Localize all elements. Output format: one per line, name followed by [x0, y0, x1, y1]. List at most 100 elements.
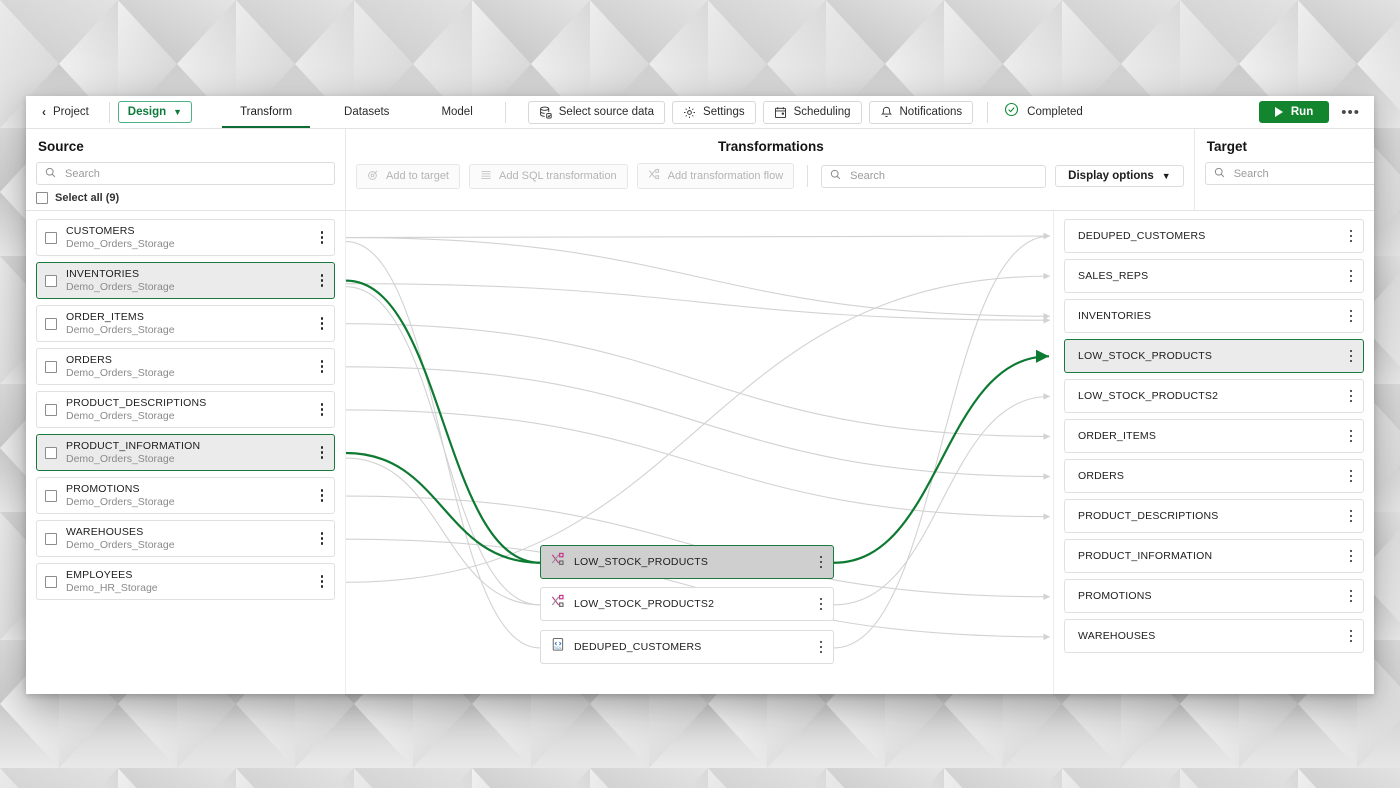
kebab-dot: [1349, 634, 1353, 638]
source-item-employees[interactable]: EMPLOYEES Demo_HR_Storage: [36, 563, 335, 600]
target-item-product_information[interactable]: PRODUCT_INFORMATION: [1064, 539, 1364, 573]
target-item-low_stock_products2[interactable]: LOW_STOCK_PRODUCTS2: [1064, 379, 1364, 413]
add-transformation-flow-button[interactable]: Add transformation flow: [636, 163, 795, 189]
target-item-menu-button[interactable]: [1343, 426, 1359, 447]
select-all-row[interactable]: Select all (9): [36, 192, 335, 204]
select-all-checkbox[interactable]: [36, 192, 48, 204]
source-search-input[interactable]: [63, 166, 326, 181]
settings-label: Settings: [703, 106, 745, 118]
scheduling-button[interactable]: Scheduling: [762, 100, 862, 124]
source-item-warehouses[interactable]: WAREHOUSES Demo_Orders_Storage: [36, 520, 335, 557]
tab-model[interactable]: Model: [415, 96, 498, 128]
source-item-checkbox[interactable]: [45, 274, 57, 287]
target-item-menu-button[interactable]: [1343, 226, 1359, 247]
back-to-project-button[interactable]: ‹ Project: [36, 96, 103, 128]
target-item-low_stock_products[interactable]: LOW_STOCK_PRODUCTS: [1064, 339, 1364, 373]
kebab-dot: [1349, 509, 1353, 513]
kebab-dot: [1349, 514, 1353, 518]
source-item-checkbox[interactable]: [45, 360, 57, 373]
kebab-dot: [320, 456, 324, 459]
source-item-inventories[interactable]: INVENTORIES Demo_Orders_Storage: [36, 262, 335, 299]
source-item-menu-button[interactable]: [314, 571, 330, 592]
transformation-node-name: DEDUPED_CUSTOMERS: [574, 641, 702, 653]
source-item-checkbox[interactable]: [45, 489, 57, 502]
source-item-menu-button[interactable]: [314, 356, 330, 377]
source-item-promotions[interactable]: PROMOTIONS Demo_Orders_Storage: [36, 477, 335, 514]
target-item-orders[interactable]: ORDERS: [1064, 459, 1364, 493]
source-item-checkbox[interactable]: [45, 231, 57, 244]
sql-file-icon: SQL: [551, 637, 566, 657]
target-item-warehouses[interactable]: WAREHOUSES: [1064, 619, 1364, 653]
transformation-node-menu-button[interactable]: [813, 637, 829, 658]
target-item-menu-button[interactable]: [1343, 306, 1359, 327]
more-options-button[interactable]: •••: [1339, 105, 1362, 120]
target-item-promotions[interactable]: PROMOTIONS: [1064, 579, 1364, 613]
settings-button[interactable]: Settings: [672, 100, 756, 124]
target-item-menu-button[interactable]: [1343, 386, 1359, 407]
transformation-node-low_stock_products[interactable]: LOW_STOCK_PRODUCTS: [540, 545, 834, 579]
target-item-menu-button[interactable]: [1343, 346, 1359, 367]
source-item-checkbox[interactable]: [45, 317, 57, 330]
kebab-dot: [1349, 349, 1353, 353]
target-item-menu-button[interactable]: [1343, 626, 1359, 647]
target-item-menu-button[interactable]: [1343, 506, 1359, 527]
source-item-checkbox[interactable]: [45, 532, 57, 545]
notifications-button[interactable]: Notifications: [868, 100, 974, 124]
transformations-search[interactable]: [821, 164, 1047, 188]
target-item-deduped_customers[interactable]: DEDUPED_CUSTOMERS: [1064, 219, 1364, 253]
source-item-menu-button[interactable]: [314, 442, 330, 463]
source-item-name: INVENTORIES: [66, 268, 140, 280]
app-window: ‹ Project Design ▼ Transform Datasets Mo…: [26, 96, 1374, 694]
source-item-menu-button[interactable]: [314, 399, 330, 420]
source-item-text: PRODUCT_DESCRIPTIONS Demo_Orders_Storage: [66, 397, 314, 422]
target-item-order_items[interactable]: ORDER_ITEMS: [1064, 419, 1364, 453]
transformation-node-menu-button[interactable]: [813, 552, 829, 573]
kebab-dot: [320, 317, 324, 320]
source-item-menu-button[interactable]: [314, 270, 330, 291]
target-item-sales_reps[interactable]: SALES_REPS: [1064, 259, 1364, 293]
kebab-dot: [320, 585, 324, 588]
kebab-dot: [320, 284, 324, 287]
kebab-dot: [1349, 589, 1353, 593]
kebab-dot: [320, 360, 324, 363]
kebab-dot: [320, 413, 324, 416]
source-item-product_descriptions[interactable]: PRODUCT_DESCRIPTIONS Demo_Orders_Storage: [36, 391, 335, 428]
tab-datasets[interactable]: Datasets: [318, 96, 415, 128]
source-search[interactable]: [36, 162, 335, 185]
target-item-menu-button[interactable]: [1343, 546, 1359, 567]
source-item-menu-button[interactable]: [314, 227, 330, 248]
target-item-menu-button[interactable]: [1343, 466, 1359, 487]
transformations-search-input[interactable]: [848, 169, 1038, 183]
transformation-node-menu-button[interactable]: [813, 594, 829, 615]
source-item-menu-button[interactable]: [314, 313, 330, 334]
transformation-node-low_stock_products2[interactable]: LOW_STOCK_PRODUCTS2: [540, 587, 834, 621]
source-item-checkbox[interactable]: [45, 403, 57, 416]
add-sql-transformation-button[interactable]: Add SQL transformation: [469, 163, 628, 189]
target-item-menu-button[interactable]: [1343, 266, 1359, 287]
source-item-product_information[interactable]: PRODUCT_INFORMATION Demo_Orders_Storage: [36, 434, 335, 471]
target-search-input[interactable]: [1231, 166, 1374, 181]
target-item-menu-button[interactable]: [1343, 586, 1359, 607]
target-item-inventories[interactable]: INVENTORIES: [1064, 299, 1364, 333]
source-item-menu-button[interactable]: [314, 485, 330, 506]
tab-transform[interactable]: Transform: [214, 96, 318, 128]
source-item-menu-button[interactable]: [314, 528, 330, 549]
display-options-dropdown[interactable]: Display options ▼: [1055, 165, 1184, 187]
target-item-product_descriptions[interactable]: PRODUCT_DESCRIPTIONS: [1064, 499, 1364, 533]
flow-icon: [551, 552, 566, 572]
source-item-order_items[interactable]: ORDER_ITEMS Demo_Orders_Storage: [36, 305, 335, 342]
select-source-data-button[interactable]: Select source data: [527, 100, 666, 124]
panel-headers: Source Select all (9) Transformations: [26, 129, 1374, 211]
source-item-orders[interactable]: ORDERS Demo_Orders_Storage: [36, 348, 335, 385]
transformation-node-deduped_customers[interactable]: SQL DEDUPED_CUSTOMERS: [540, 630, 834, 664]
target-search[interactable]: [1204, 162, 1374, 185]
design-mode-dropdown[interactable]: Design ▼: [117, 101, 193, 123]
kebab-dot: [320, 274, 324, 277]
source-item-customers[interactable]: CUSTOMERS Demo_Orders_Storage: [36, 219, 335, 256]
run-button[interactable]: Run: [1258, 101, 1330, 123]
transformations-controls-divider: [807, 165, 809, 187]
source-item-checkbox[interactable]: [45, 446, 57, 459]
source-item-text: EMPLOYEES Demo_HR_Storage: [66, 569, 314, 594]
add-to-target-button[interactable]: Add to target: [356, 163, 460, 189]
source-item-checkbox[interactable]: [45, 575, 57, 588]
